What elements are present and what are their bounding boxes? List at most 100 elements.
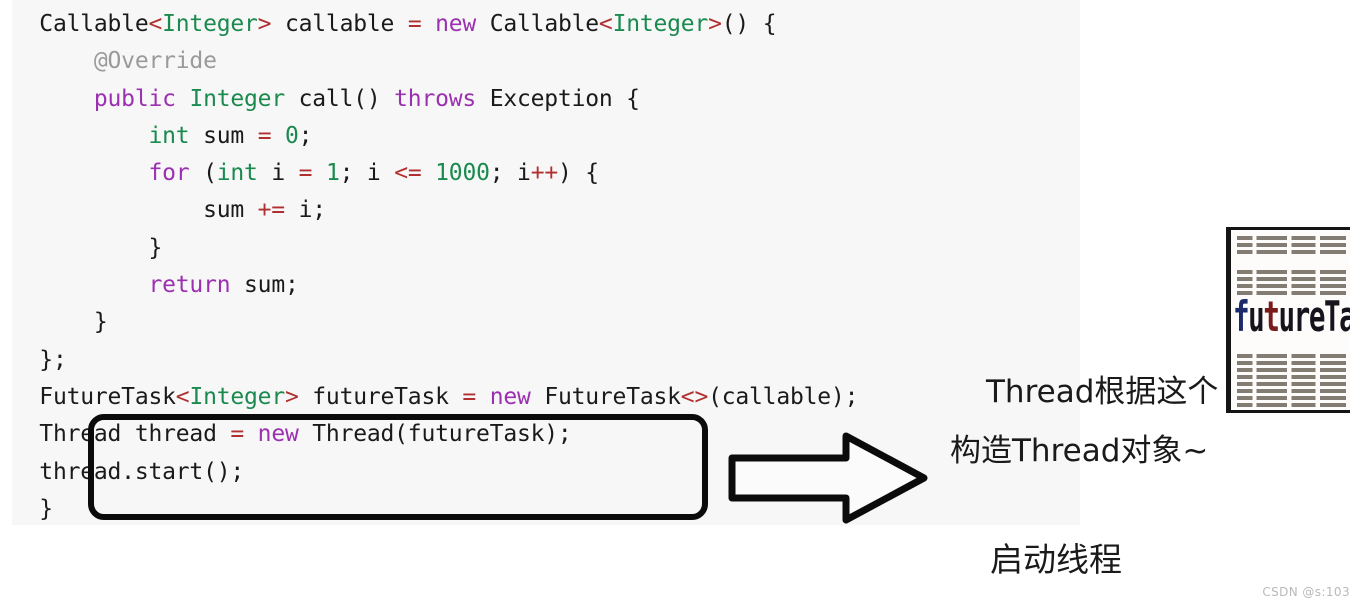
code-line: }; [12, 342, 858, 379]
code-token: 1 [325, 160, 340, 187]
code-token: Callable [39, 11, 149, 37]
code-token: ; i [489, 160, 531, 187]
code-token: sum; [230, 272, 299, 299]
code-token: new [489, 383, 531, 410]
csdn-watermark: CSDN @s:103 [1262, 585, 1350, 599]
code-token: for [148, 160, 190, 187]
code-token: new [435, 11, 477, 37]
code-token: < [598, 11, 613, 37]
receipt-footer-text [1237, 354, 1346, 410]
code-token: callable [271, 11, 408, 37]
code-token: > [284, 383, 299, 410]
code-token: int [148, 122, 190, 149]
code-token: ; [298, 122, 313, 149]
code-token: call() [284, 85, 395, 112]
code-line: } [12, 304, 858, 341]
code-token: Integer [162, 11, 258, 37]
code-token: } [93, 309, 108, 336]
annotation-start-thread: 启动线程 [990, 540, 1122, 579]
code-line: return sum; [12, 267, 858, 304]
code-line: Callable<Integer> callable = new Callabl… [12, 6, 858, 43]
code-token: } [148, 234, 163, 261]
futuretask-handwritten-word: futureTask [1233, 292, 1350, 342]
code-token: = [230, 421, 245, 448]
code-token: FutureTask [39, 383, 176, 410]
code-token: = [407, 11, 422, 37]
code-line: @Override [12, 43, 858, 80]
code-token: Callable [476, 11, 599, 37]
code-line: } [12, 230, 858, 267]
code-token: < [148, 11, 163, 37]
code-token: int [216, 160, 258, 187]
code-token: += [257, 197, 285, 224]
code-token: > [708, 11, 722, 37]
code-token: = [257, 122, 272, 149]
code-token: public [93, 85, 176, 112]
code-token: i [257, 160, 299, 187]
code-token: () { [721, 11, 777, 37]
annotation-thread-uses-this: Thread根据这个 [986, 374, 1219, 410]
annotation-construct-thread-object: 构造Thread对象~ [950, 433, 1209, 469]
code-token: Integer [612, 11, 709, 37]
right-arrow-icon [728, 432, 928, 524]
code-token: ; i [339, 160, 395, 187]
code-token: thread.start(); [39, 458, 245, 485]
code-token: 0 [285, 122, 299, 149]
code-token: futureTask [298, 383, 463, 410]
code-token: return [148, 272, 231, 299]
code-token: sum [189, 122, 258, 149]
code-token: sum [203, 197, 258, 224]
code-token: 1000 [435, 160, 490, 187]
code-token: < [175, 383, 190, 410]
code-token: <= [394, 160, 422, 187]
code-token: > [257, 11, 272, 37]
code-token: = [298, 160, 313, 187]
code-token: } [39, 495, 53, 522]
code-token: Thread thread [39, 421, 231, 448]
code-line: public Integer call() throws Exception { [12, 81, 858, 118]
code-line: for (int i = 1; i <= 1000; i++) { [12, 155, 858, 192]
code-token: FutureTask [530, 383, 681, 410]
code-token: new [257, 421, 299, 448]
code-token: Integer [189, 85, 285, 112]
code-line: FutureTask<Integer> futureTask = new Fut… [12, 379, 858, 416]
code-line: sum += i; [12, 192, 858, 229]
code-token: Integer [189, 383, 285, 410]
futuretask-note-photo: futureTask [1226, 227, 1350, 413]
code-token: (callable); [708, 383, 859, 410]
code-token: Thread(futureTask); [298, 421, 572, 448]
code-token: <> [680, 383, 709, 410]
code-token: ) { [558, 160, 599, 187]
code-line: int sum = 0; [12, 118, 858, 155]
code-token: throws [394, 85, 477, 112]
code-token: }; [39, 346, 67, 373]
receipt-header-text [1237, 236, 1346, 257]
code-token: Exception { [476, 85, 640, 112]
code-token: i; [284, 197, 327, 224]
code-token: ( [189, 160, 217, 187]
code-token: @Override [93, 48, 217, 75]
receipt-paper: futureTask [1231, 230, 1350, 410]
code-token: = [462, 383, 477, 410]
